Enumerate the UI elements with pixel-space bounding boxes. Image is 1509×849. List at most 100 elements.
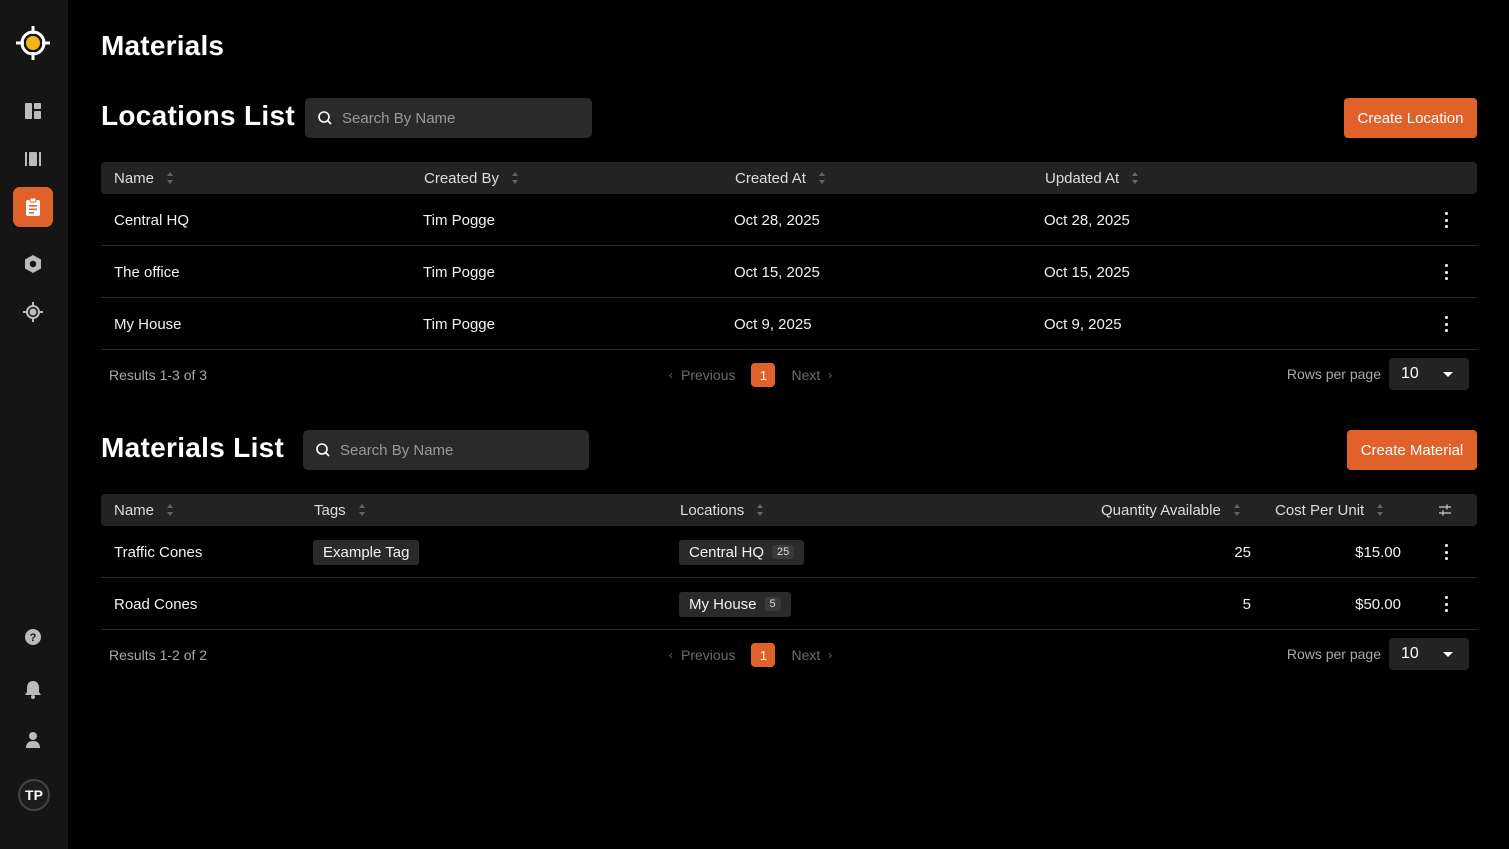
tag-chip[interactable]: Example Tag [313,539,420,565]
previous-button[interactable]: ‹ Previous [661,647,735,663]
nav-materials[interactable] [13,187,53,227]
nav-board[interactable] [13,139,53,179]
page-number[interactable]: 1 [751,363,776,387]
rows-per-page-label: Rows per page [1286,366,1381,382]
clipboard-icon [26,197,40,216]
chevron-left-icon: ‹ [669,648,673,662]
nav-target[interactable] [13,292,53,332]
col-created-by[interactable]: Created By [424,162,519,194]
materials-pagination: Results 1-2 of 2 ‹ Previous 1 Next › Rows … [101,630,1477,678]
previous-button[interactable]: ‹ Previous [661,367,735,383]
sort-icon[interactable] [1233,503,1241,517]
locations-pagination: Results 1-3 of 3 ‹ Previous 1 Next › Rows … [101,350,1477,398]
results-count: Results 1-3 of 3 [109,367,208,383]
location-count: 5 [764,597,781,611]
cell-updated-at: Oct 9, 2025 [1044,315,1122,333]
cell-name: Road Cones [114,595,198,613]
cell-name: My House [114,315,182,333]
sort-icon[interactable] [166,503,174,517]
sort-icon[interactable] [511,171,519,185]
sort-icon[interactable] [358,503,366,517]
locations-table: Name Created By Created At Updated At Ce… [101,162,1477,398]
page-title: Materials [101,30,225,61]
sort-icon[interactable] [818,171,826,185]
materials-table-header: Name Tags Locations Quantity Available C… [101,494,1477,526]
cell-name: Central HQ [114,211,190,229]
cell-created-by: Tim Pogge [423,211,495,229]
table-row[interactable]: My House Tim Pogge Oct 9, 2025 Oct 9, 20… [101,298,1477,350]
avatar[interactable]: TP [18,779,50,811]
rows-per-page: Rows per page 10 [1287,638,1469,670]
chevron-right-icon: › [828,368,833,382]
table-row[interactable]: Road Cones My House 5 5 $50.00 [101,578,1477,630]
col-name[interactable]: Name [114,162,174,194]
row-menu-icon[interactable] [1443,264,1449,280]
next-button[interactable]: Next › [791,367,840,383]
cell-created-at: Oct 28, 2025 [734,211,820,229]
create-location-button[interactable]: Create Location [1344,98,1477,138]
col-name[interactable]: Name [114,494,174,526]
cell-name: Traffic Cones [114,543,203,561]
location-chip[interactable]: My House 5 [679,591,791,617]
caret-down-icon [1443,652,1453,657]
materials-search-input[interactable] [340,441,560,459]
results-count: Results 1-2 of 2 [109,647,208,663]
column-settings-icon[interactable] [1437,494,1453,526]
rows-per-page-select[interactable]: 10 [1389,358,1469,390]
cell-quantity: 5 [1242,595,1251,613]
nav-profile[interactable] [13,720,53,760]
target-icon [23,302,43,322]
create-material-button[interactable]: Create Material [1347,430,1477,470]
col-locations[interactable]: Locations [680,494,764,526]
sort-icon[interactable] [166,171,174,185]
materials-title: Materials List [101,432,285,463]
col-created-at[interactable]: Created At [735,162,826,194]
sort-icon[interactable] [1131,171,1139,185]
sliders-icon [1439,504,1451,516]
cell-updated-at: Oct 15, 2025 [1044,263,1130,281]
page-number[interactable]: 1 [751,643,776,667]
search-icon [316,443,330,457]
table-row[interactable]: The office Tim Pogge Oct 15, 2025 Oct 15… [101,246,1477,298]
location-chip[interactable]: Central HQ 25 [679,539,805,565]
cell-cost: $50.00 [1355,595,1401,613]
col-tags[interactable]: Tags [314,494,366,526]
cell-cost: $15.00 [1355,543,1401,561]
materials-table: Name Tags Locations Quantity Available C… [101,494,1477,678]
table-row[interactable]: Traffic Cones Example Tag Central HQ 25 2… [101,526,1477,578]
rows-per-page: Rows per page 10 [1287,358,1469,390]
board-icon [25,152,41,166]
locations-search[interactable] [305,98,592,138]
materials-search[interactable] [303,430,589,470]
chevron-right-icon: › [828,648,833,662]
col-updated-at[interactable]: Updated At [1045,162,1139,194]
rows-per-page-label: Rows per page [1286,646,1381,662]
row-menu-icon[interactable] [1443,212,1449,228]
cell-updated-at: Oct 28, 2025 [1044,211,1130,229]
nav-help[interactable]: ? [13,617,53,657]
col-quantity[interactable]: Quantity Available [1101,494,1241,526]
cell-created-by: Tim Pogge [423,263,495,281]
svg-text:?: ? [30,632,37,644]
settings-icon [25,255,41,273]
help-icon: ? [25,629,41,645]
sidebar: ? TP [0,0,68,849]
pager: ‹ Previous 1 Next › [661,363,840,387]
row-menu-icon[interactable] [1443,544,1449,560]
table-row[interactable]: Central HQ Tim Pogge Oct 28, 2025 Oct 28… [101,194,1477,246]
chevron-left-icon: ‹ [669,368,673,382]
locations-search-input[interactable] [342,109,562,127]
sort-icon[interactable] [1376,503,1384,517]
col-cost[interactable]: Cost Per Unit [1275,494,1384,526]
nav-dashboard[interactable] [13,91,53,131]
row-menu-icon[interactable] [1443,316,1449,332]
nav-settings[interactable] [13,244,53,284]
search-icon [318,111,332,125]
cell-locations: Central HQ 25 [679,526,805,578]
next-button[interactable]: Next › [791,647,840,663]
sort-icon[interactable] [756,503,764,517]
app-logo-icon[interactable] [14,24,52,62]
nav-notifications[interactable] [13,669,53,709]
row-menu-icon[interactable] [1443,596,1449,612]
rows-per-page-select[interactable]: 10 [1389,638,1469,670]
